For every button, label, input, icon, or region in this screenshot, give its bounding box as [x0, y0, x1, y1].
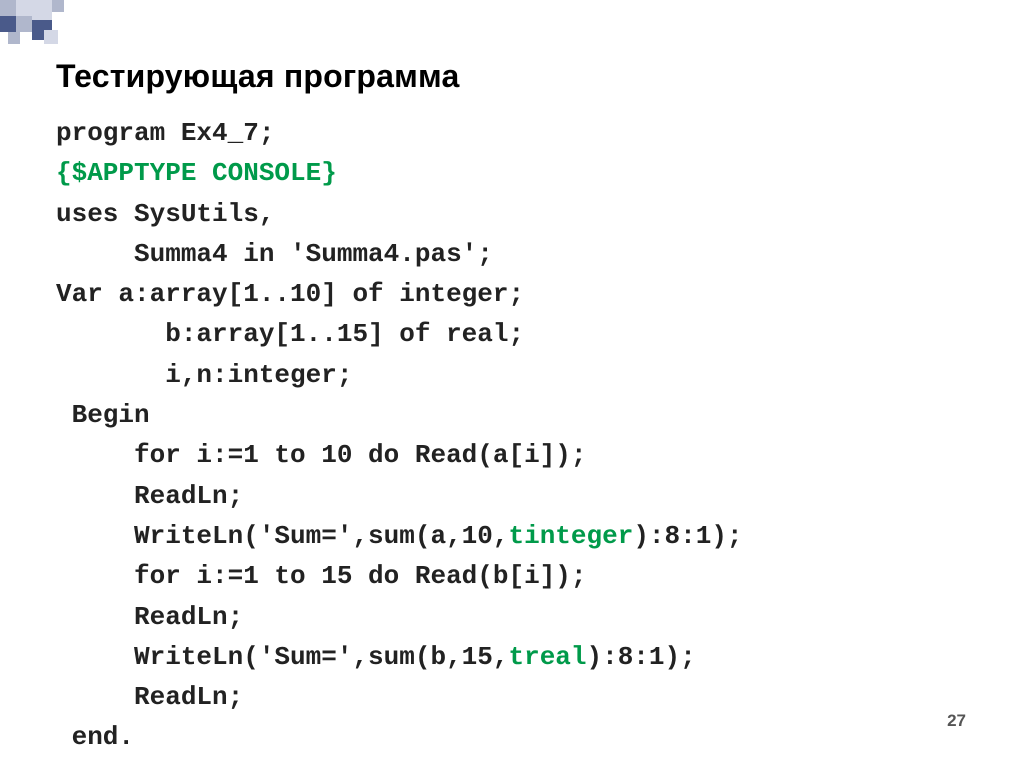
code-line: i,n:integer; [56, 360, 352, 390]
slide-content: Тестирующая программа program Ex4_7; {$A… [56, 58, 984, 758]
corner-decoration [0, 0, 120, 56]
code-line: ReadLn; [56, 602, 243, 632]
code-line: end. [56, 722, 134, 752]
code-line: WriteLn('Sum=',sum(a,10,tinteger):8:1); [56, 521, 743, 551]
page-number: 27 [947, 711, 966, 731]
code-line: Begin [56, 400, 150, 430]
code-line: WriteLn('Sum=',sum(b,15,treal):8:1); [56, 642, 696, 672]
code-line: {$APPTYPE CONSOLE} [56, 158, 337, 188]
code-line: b:array[1..15] of real; [56, 319, 524, 349]
code-line: uses SysUtils, [56, 199, 274, 229]
code-block: program Ex4_7; {$APPTYPE CONSOLE} uses S… [56, 113, 984, 758]
code-line: program Ex4_7; [56, 118, 274, 148]
slide-title: Тестирующая программа [56, 58, 984, 95]
code-line: Summa4 in 'Summa4.pas'; [56, 239, 493, 269]
code-line: for i:=1 to 15 do Read(b[i]); [56, 561, 587, 591]
code-line: for i:=1 to 10 do Read(a[i]); [56, 440, 587, 470]
code-line: ReadLn; [56, 682, 243, 712]
code-line: Var a:array[1..10] of integer; [56, 279, 524, 309]
code-line: ReadLn; [56, 481, 243, 511]
